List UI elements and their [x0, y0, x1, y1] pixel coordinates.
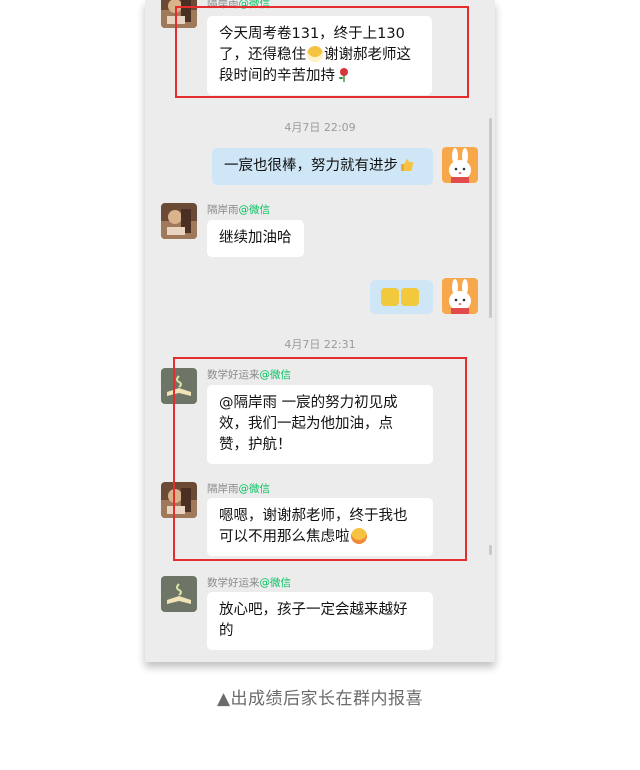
- chat-screenshot: 隔岸雨@微信 今天周考卷131，终于上130 了，还得稳住 谢谢郝老师这 段时间的…: [145, 0, 495, 662]
- parent-avatar[interactable]: [161, 203, 197, 239]
- yellow-cat-face-emoji-icon: [401, 288, 419, 306]
- image-caption: ▲出成绩后家长在群内报喜: [216, 689, 424, 709]
- highlight-box: [173, 357, 467, 561]
- message-bubble[interactable]: 继续加油哈: [207, 220, 304, 257]
- chat-scrollbar[interactable]: [489, 118, 492, 318]
- message-line: 放心吧，孩子一定会越来越好: [219, 602, 408, 618]
- timestamp: 4月7日 22:31: [284, 338, 356, 351]
- chat-scrollbar-end: [489, 545, 492, 555]
- my-message-bubble[interactable]: 一宸也很棒，努力就有进步: [212, 148, 433, 185]
- highlight-box: [175, 6, 469, 98]
- teacher-avatar[interactable]: [161, 576, 197, 612]
- thumbs-up-emoji-icon: [399, 157, 415, 173]
- yellow-cat-face-emoji-icon: [381, 288, 399, 306]
- my-emoji-bubble[interactable]: [370, 280, 433, 314]
- chat-area: 隔岸雨@微信 今天周考卷131，终于上130 了，还得稳住 谢谢郝老师这 段时间的…: [145, 0, 495, 662]
- self-avatar[interactable]: [442, 147, 478, 183]
- sender-label: 数学好运来@微信: [207, 577, 291, 589]
- message-line: 的: [219, 623, 234, 639]
- sender-label: 隔岸雨@微信: [207, 204, 270, 216]
- message-bubble[interactable]: 放心吧，孩子一定会越来越好 的: [207, 592, 433, 650]
- self-avatar[interactable]: [442, 278, 478, 314]
- timestamp: 4月7日 22:09: [284, 121, 356, 134]
